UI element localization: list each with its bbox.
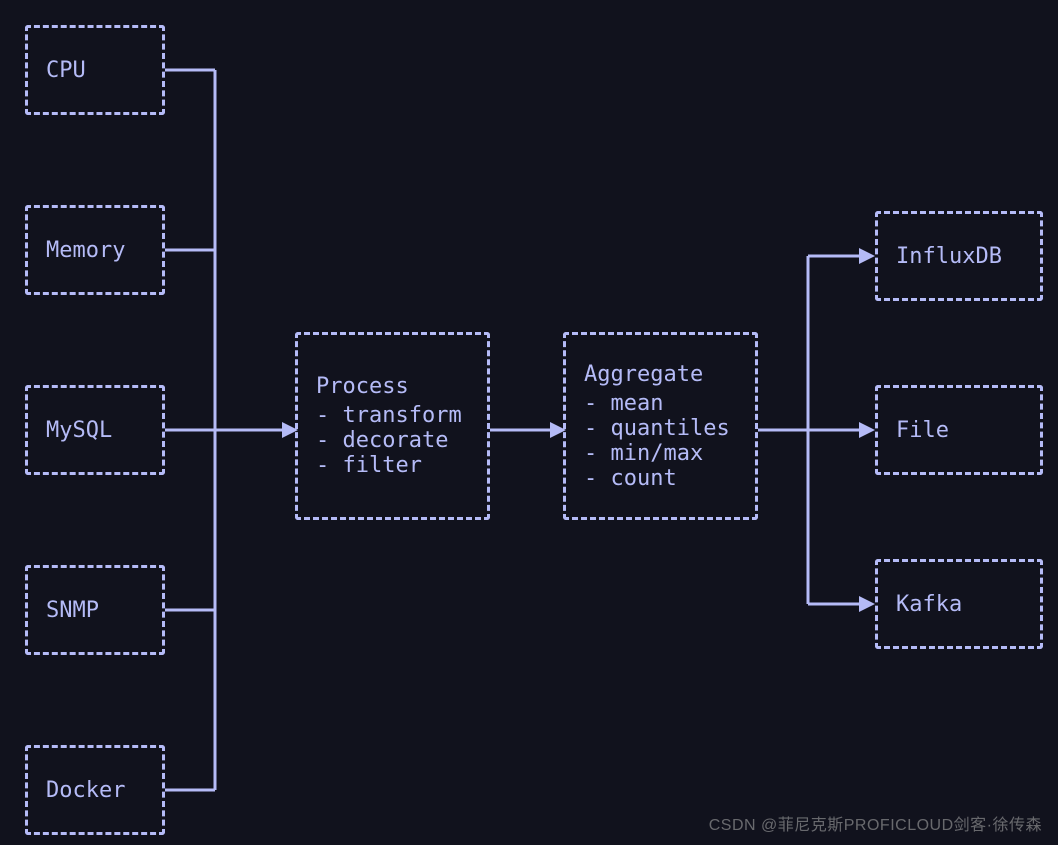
process-box: Process transform decorate filter	[295, 332, 490, 520]
input-memory-box: Memory	[25, 205, 165, 295]
output-file-label: File	[896, 418, 949, 443]
watermark-text: CSDN @菲尼克斯PROFICLOUD剑客·徐传森	[709, 811, 1042, 835]
process-item: transform	[316, 403, 462, 428]
input-cpu-label: CPU	[46, 58, 86, 83]
input-docker-box: Docker	[25, 745, 165, 835]
output-influxdb-box: InfluxDB	[875, 211, 1043, 301]
aggregate-item: count	[584, 466, 730, 491]
input-memory-label: Memory	[46, 238, 125, 263]
output-influxdb-label: InfluxDB	[896, 244, 1002, 269]
aggregate-item: quantiles	[584, 416, 730, 441]
input-cpu-box: CPU	[25, 25, 165, 115]
process-items: transform decorate filter	[316, 403, 462, 478]
output-kafka-box: Kafka	[875, 559, 1043, 649]
aggregate-items: mean quantiles min/max count	[584, 391, 730, 491]
conn-inputs-to-process	[160, 0, 300, 845]
process-title: Process	[316, 374, 409, 399]
process-item: decorate	[316, 428, 462, 453]
aggregate-title: Aggregate	[584, 362, 703, 387]
input-snmp-box: SNMP	[25, 565, 165, 655]
conn-aggregate-to-outputs	[758, 190, 880, 660]
process-item: filter	[316, 453, 462, 478]
input-mysql-box: MySQL	[25, 385, 165, 475]
aggregate-box: Aggregate mean quantiles min/max count	[563, 332, 758, 520]
input-docker-label: Docker	[46, 778, 125, 803]
output-file-box: File	[875, 385, 1043, 475]
conn-process-to-aggregate	[490, 414, 568, 446]
input-mysql-label: MySQL	[46, 418, 112, 443]
input-snmp-label: SNMP	[46, 598, 99, 623]
aggregate-item: mean	[584, 391, 730, 416]
output-kafka-label: Kafka	[896, 592, 962, 617]
aggregate-item: min/max	[584, 441, 730, 466]
